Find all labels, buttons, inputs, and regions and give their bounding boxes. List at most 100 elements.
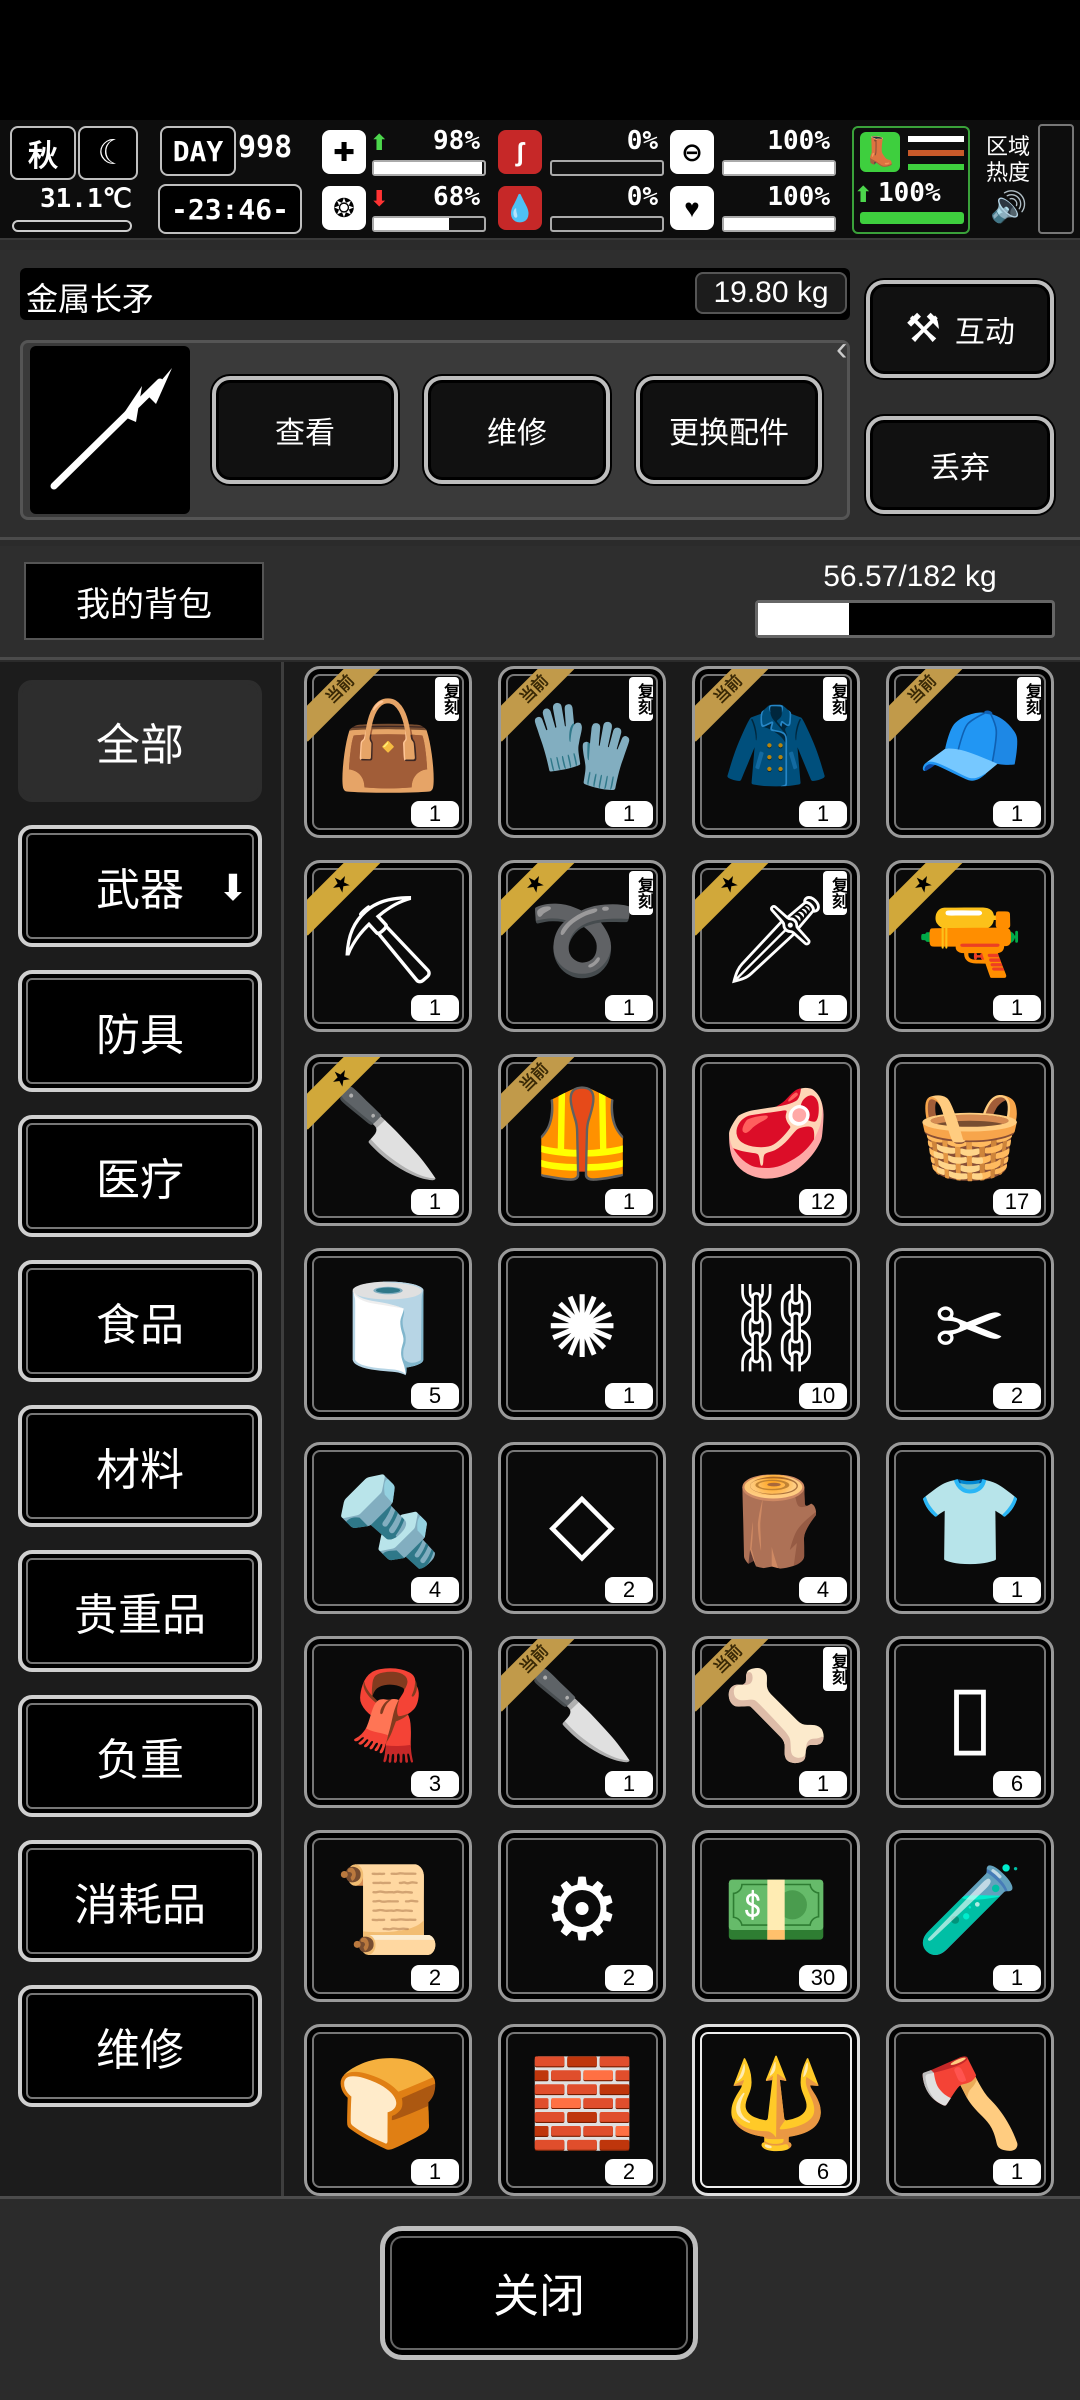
close-button[interactable]: 关闭 — [380, 2226, 698, 2360]
inventory-slot-screws[interactable]: 🔩 4 — [304, 1442, 472, 1614]
category-armor[interactable]: 防具 — [18, 970, 262, 1092]
inventory-slot-blanket[interactable]: ▯ 6 — [886, 1636, 1054, 1808]
sanity-value: 68% — [433, 182, 480, 212]
inventory-slot-vest[interactable]: 🦺 当前 1 — [498, 1054, 666, 1226]
inventory-slot-hatchet[interactable]: 🪓 1 — [886, 2024, 1054, 2196]
inventory-slot-paper-roll[interactable]: 📜 2 — [304, 1830, 472, 2002]
inventory-slot-gloves[interactable]: 🧤 当前 复刻 1 — [498, 666, 666, 838]
cash-icon: 💵 — [722, 1860, 830, 1960]
inventory-slot-cash[interactable]: 💵 30 — [692, 1830, 860, 2002]
hunger-bar — [550, 160, 664, 176]
inventory-slot-jacket[interactable]: 🧥 当前 复刻 1 — [692, 666, 860, 838]
day-number: 998 — [238, 130, 293, 165]
item-quantity: 2 — [605, 1577, 653, 1603]
category-label: 防具 — [96, 1011, 184, 1060]
interact-label: 互动 — [954, 316, 1015, 349]
inventory-slot-planks[interactable]: 🪵 4 — [692, 1442, 860, 1614]
interact-button[interactable]: ⚒ 互动 — [866, 280, 1054, 378]
inventory-slot-fiber[interactable]: ✺ 1 — [498, 1248, 666, 1420]
category-valuables[interactable]: 贵重品 — [18, 1550, 262, 1672]
item-quantity: 1 — [993, 2159, 1041, 2185]
inventory-slot-metal-pieces[interactable]: ✂ 2 — [886, 1248, 1054, 1420]
inventory-slot-metal-spear[interactable]: 🔱 6 — [692, 2024, 860, 2196]
meat-icon: 🥩 — [722, 1084, 830, 1184]
zone-label: 区域 — [986, 134, 1031, 159]
category-all[interactable]: 全部 — [18, 680, 262, 802]
inventory-slot-caulking-gun[interactable]: 🔫 ★ 1 — [886, 860, 1054, 1032]
oxygen-value: 100% — [767, 126, 830, 156]
speaker-icon[interactable]: 🔊 — [990, 190, 1027, 225]
category-load[interactable]: 负重 — [18, 1695, 262, 1817]
item-quantity: 12 — [799, 1189, 847, 1215]
item-quantity: 1 — [411, 2159, 459, 2185]
inventory-slot-torn-shirt[interactable]: 👕 1 — [886, 1442, 1054, 1614]
swap-parts-button[interactable]: 更换配件 — [636, 376, 822, 484]
category-medical[interactable]: 医疗 — [18, 1115, 262, 1237]
inventory-slot-cap[interactable]: 🧢 当前 复刻 1 — [886, 666, 1054, 838]
inventory-slot-bag[interactable]: 👜 当前 复刻 1 — [304, 666, 472, 838]
parts-icon: ⚙ — [543, 1860, 621, 1960]
item-quantity: 4 — [799, 1577, 847, 1603]
inventory-slot-rag[interactable]: 🧻 5 — [304, 1248, 472, 1420]
item-quantity: 1 — [605, 1771, 653, 1797]
category-weapons[interactable]: 武器 ⬇ — [18, 825, 262, 947]
inventory-slot-knife[interactable]: 🔪 当前 1 — [498, 1636, 666, 1808]
fiber-icon: ✺ — [545, 1278, 619, 1378]
backpack-capacity: 56.57/182 kg — [823, 560, 997, 593]
copy-tag: 复刻 — [629, 677, 653, 721]
item-quantity: 1 — [993, 1577, 1041, 1603]
screws-icon: 🔩 — [334, 1472, 442, 1572]
health-value: 98% — [433, 126, 480, 156]
category-food[interactable]: 食品 — [18, 1260, 262, 1382]
season-label: 秋 — [28, 139, 58, 174]
inventory-slot-cloth-stack[interactable]: 🧺 17 — [886, 1054, 1054, 1226]
copy-tag: 复刻 — [1017, 677, 1041, 721]
category-label: 负重 — [96, 1736, 184, 1785]
inventory-slot-meat[interactable]: 🥩 12 — [692, 1054, 860, 1226]
lungs-icon: ⊖ — [670, 130, 714, 174]
inventory-slot-scrap-metal[interactable]: ⛓ 10 — [692, 1248, 860, 1420]
inventory-slot-shovel[interactable]: ⛏ ★ 1 — [304, 860, 472, 1032]
heart-bar — [722, 216, 836, 232]
category-label: 贵重品 — [74, 1591, 206, 1640]
medkit-icon: ✚ — [322, 130, 366, 174]
inventory-slot-bone-whip[interactable]: 🦴 当前 复刻 1 — [692, 1636, 860, 1808]
category-consumables[interactable]: 消耗品 — [18, 1840, 262, 1962]
chevron-left-icon[interactable]: ‹ — [836, 330, 847, 369]
inventory-slot-glass-shards[interactable]: ◇ 2 — [498, 1442, 666, 1614]
category-label: 全部 — [96, 721, 184, 770]
repair-button[interactable]: 维修 — [424, 376, 610, 484]
inventory-slot-beaker[interactable]: 🧪 1 — [886, 1830, 1054, 2002]
discard-button[interactable]: 丢弃 — [866, 416, 1054, 514]
sanity-bar — [372, 216, 486, 232]
metal-pieces-icon: ✂ — [933, 1278, 1007, 1378]
item-quantity: 1 — [605, 995, 653, 1021]
item-thumbnail — [30, 346, 190, 514]
category-materials[interactable]: 材料 — [18, 1405, 262, 1527]
category-repair[interactable]: 维修 — [18, 1985, 262, 2107]
day-text: DAY — [172, 134, 224, 168]
item-quantity: 1 — [605, 1383, 653, 1409]
category-label: 食品 — [96, 1301, 184, 1350]
backpack-capacity-bar — [755, 600, 1055, 638]
inventory-slot-brick[interactable]: 🧱 2 — [498, 2024, 666, 2196]
inventory-slot-whip[interactable]: ➰ ★ 复刻 1 — [498, 860, 666, 1032]
hunger-value: 0% — [626, 126, 658, 156]
inventory-slot-parts[interactable]: ⚙ 2 — [498, 1830, 666, 2002]
inventory-slot-bread[interactable]: 🍞 1 — [304, 2024, 472, 2196]
item-quantity: 10 — [799, 1383, 847, 1409]
heart-value: 100% — [767, 182, 830, 212]
inventory-slot-serpent-blade[interactable]: 🗡 ★ 复刻 1 — [692, 860, 860, 1032]
zone-heat-label: 区域 热度 — [986, 134, 1030, 186]
item-quantity: 1 — [993, 801, 1041, 827]
view-button[interactable]: 查看 — [212, 376, 398, 484]
item-quantity: 2 — [993, 1383, 1041, 1409]
category-label: 医疗 — [96, 1156, 184, 1205]
category-label: 武器 — [96, 866, 184, 915]
inventory-slot-towel[interactable]: 🧣 3 — [304, 1636, 472, 1808]
item-quantity: 1 — [799, 995, 847, 1021]
bread-icon: 🍞 — [334, 2054, 442, 2154]
inventory-slot-combat-knife[interactable]: 🔪 ★ 1 — [304, 1054, 472, 1226]
item-quantity: 4 — [411, 1577, 459, 1603]
item-quantity: 1 — [605, 1189, 653, 1215]
